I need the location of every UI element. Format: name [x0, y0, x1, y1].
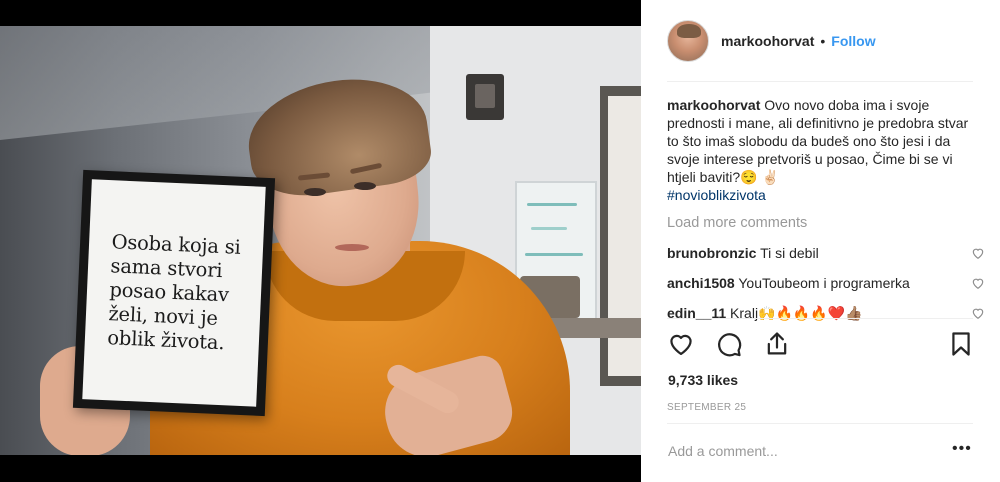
comment-heart-icon[interactable] — [971, 276, 985, 290]
comment-heart-icon[interactable] — [971, 306, 985, 320]
bookmark-icon[interactable] — [947, 330, 975, 358]
header-username[interactable]: markoohorvat — [721, 33, 814, 49]
caption: markoohorvat Ovo novo doba ima i svoje p… — [667, 96, 977, 204]
comment-bubble-icon[interactable] — [715, 330, 743, 358]
divider — [667, 318, 973, 319]
sign-text: Osoba koja si sama stvori posao kakav že… — [107, 230, 241, 356]
post-side-panel: markoohorvat • Follow markoohorvat Ovo n… — [641, 0, 1000, 482]
post-header: markoohorvat • Follow — [641, 0, 1000, 82]
comment-item: brunobronzic Ti si debil — [667, 244, 984, 262]
comment-text: YouToubeom i programerka — [738, 275, 910, 291]
avatar[interactable] — [667, 20, 709, 62]
follow-button[interactable]: Follow — [831, 33, 875, 49]
comment-heart-icon[interactable] — [971, 246, 985, 260]
load-more-comments-button[interactable]: Load more comments — [667, 214, 977, 232]
heart-icon[interactable] — [667, 330, 695, 358]
sign-paper: Osoba koja si sama stvori posao kakav že… — [82, 179, 266, 407]
comment-text: Ti si debil — [760, 245, 819, 261]
comments-section: markoohorvat Ovo novo doba ima i svoje p… — [667, 96, 984, 322]
post-photo[interactable]: Osoba koja si sama stvori posao kakav že… — [0, 26, 641, 455]
post-media[interactable]: Osoba koja si sama stvori posao kakav že… — [0, 0, 641, 482]
hashtag-link[interactable]: #novioblikzivota — [667, 186, 977, 204]
framed-sign: Osoba koja si sama stvori posao kakav že… — [72, 169, 276, 417]
sign-line: oblik života. — [106, 326, 225, 355]
caption-username[interactable]: markoohorvat — [667, 97, 760, 113]
photo-person — [335, 244, 369, 251]
add-comment-input[interactable]: Add a comment... — [668, 443, 778, 459]
divider — [667, 423, 973, 424]
comment-item: edin__11 Kralj🙌🔥🔥🔥❤️👍🏽 — [667, 304, 984, 322]
comment-username[interactable]: brunobronzic — [667, 245, 756, 261]
likes-count[interactable]: 9,733 likes — [668, 372, 738, 388]
photo-person — [354, 182, 376, 190]
photo-person — [304, 188, 326, 196]
more-options-icon[interactable]: ••• — [952, 440, 972, 458]
divider — [667, 81, 973, 82]
comment-item: anchi1508 YouToubeom i programerka — [667, 274, 984, 292]
action-bar — [667, 330, 973, 360]
photo-background — [466, 74, 504, 120]
separator-dot: • — [820, 33, 826, 49]
share-icon[interactable] — [763, 330, 791, 358]
comment-username[interactable]: anchi1508 — [667, 275, 735, 291]
post-date: SEPTEMBER 25 — [667, 402, 747, 413]
